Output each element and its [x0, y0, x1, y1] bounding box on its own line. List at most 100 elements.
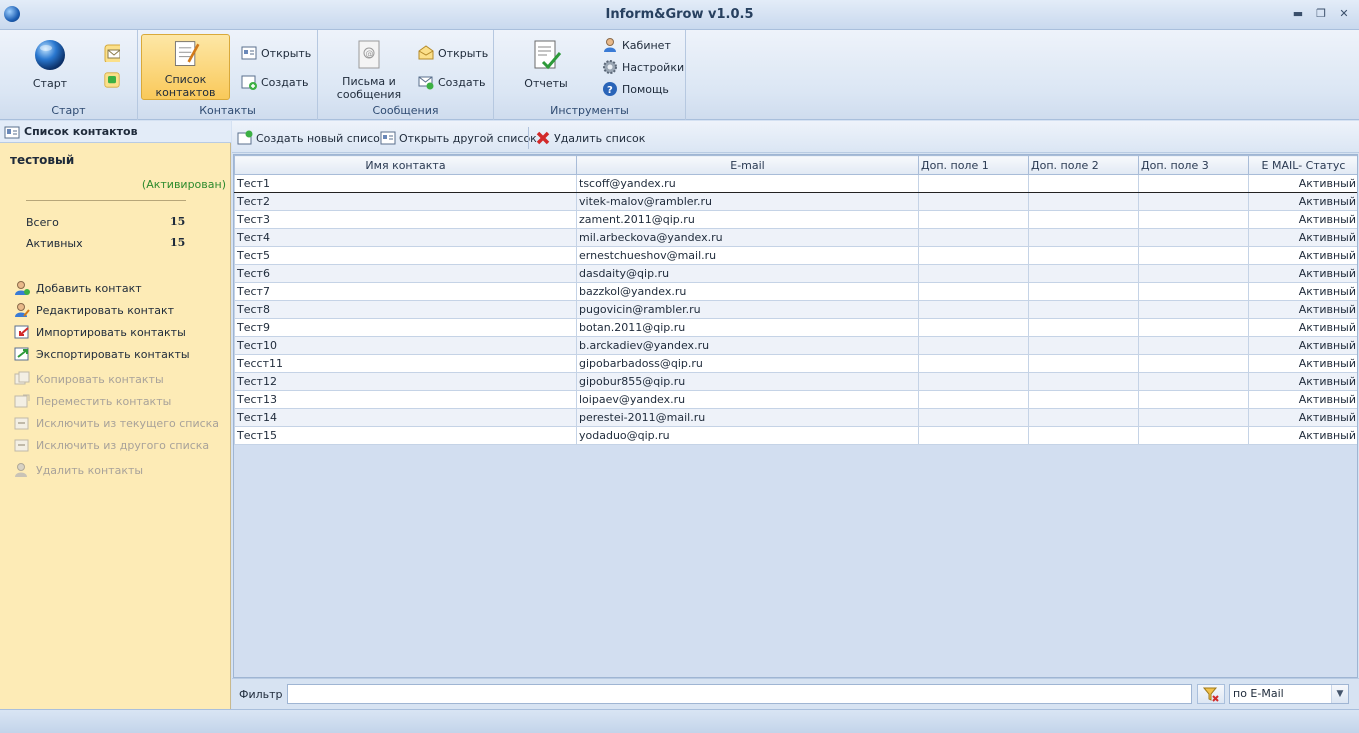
- cell-name[interactable]: Тест5: [234, 246, 577, 265]
- cell-status[interactable]: Активный: [1248, 372, 1357, 391]
- cell-status[interactable]: Активный: [1248, 390, 1357, 409]
- export-contacts-action[interactable]: Экспортировать контакты: [14, 345, 190, 363]
- cell-field1[interactable]: [918, 390, 1029, 409]
- create-new-list-button[interactable]: Создать новый список: [237, 129, 387, 147]
- cell-name[interactable]: Тест12: [234, 372, 577, 391]
- cell-name[interactable]: Тест2: [234, 192, 577, 211]
- exclude-other-action[interactable]: Исключить из другого списка: [14, 436, 209, 454]
- cell-field2[interactable]: [1028, 390, 1139, 409]
- cell-field3[interactable]: [1138, 318, 1249, 337]
- cell-email[interactable]: tscoff@yandex.ru: [576, 174, 919, 193]
- messages-open-button[interactable]: Открыть: [418, 43, 488, 63]
- table-row[interactable]: Тест1 tscoff@yandex.ru Активный: [234, 174, 1357, 193]
- cell-field2[interactable]: [1028, 264, 1139, 283]
- cell-email[interactable]: loipaev@yandex.ru: [576, 390, 919, 409]
- cell-field2[interactable]: [1028, 210, 1139, 229]
- cell-name[interactable]: Тест3: [234, 210, 577, 229]
- cell-field3[interactable]: [1138, 354, 1249, 373]
- cell-status[interactable]: Активный: [1248, 192, 1357, 211]
- messages-create-button[interactable]: Создать: [418, 72, 486, 92]
- cell-field1[interactable]: [918, 408, 1029, 427]
- edit-contact-action[interactable]: Редактировать контакт: [14, 301, 174, 319]
- move-contacts-action[interactable]: Переместить контакты: [14, 392, 171, 410]
- cell-status[interactable]: Активный: [1248, 174, 1357, 193]
- column-header-name[interactable]: Имя контакта: [234, 155, 577, 175]
- cell-field3[interactable]: [1138, 228, 1249, 247]
- mail-icon-button[interactable]: [104, 42, 120, 62]
- cell-email[interactable]: perestei-2011@mail.ru: [576, 408, 919, 427]
- cell-field3[interactable]: [1138, 390, 1249, 409]
- cell-name[interactable]: Тест8: [234, 300, 577, 319]
- cell-status[interactable]: Активный: [1248, 210, 1357, 229]
- cell-status[interactable]: Активный: [1248, 408, 1357, 427]
- table-row[interactable]: Тест7 bazzkol@yandex.ru Активный: [234, 282, 1357, 301]
- cell-email[interactable]: botan.2011@qip.ru: [576, 318, 919, 337]
- cell-email[interactable]: yodaduo@qip.ru: [576, 426, 919, 445]
- cell-status[interactable]: Активный: [1248, 354, 1357, 373]
- cell-field2[interactable]: [1028, 228, 1139, 247]
- cell-field1[interactable]: [918, 282, 1029, 301]
- chevron-down-icon[interactable]: ▼: [1331, 685, 1348, 703]
- cell-name[interactable]: Тест7: [234, 282, 577, 301]
- cell-field1[interactable]: [918, 246, 1029, 265]
- cell-status[interactable]: Активный: [1248, 300, 1357, 319]
- cell-email[interactable]: dasdaity@qip.ru: [576, 264, 919, 283]
- cell-field1[interactable]: [918, 354, 1029, 373]
- open-other-list-button[interactable]: Открыть другой список: [380, 129, 537, 147]
- cell-field2[interactable]: [1028, 372, 1139, 391]
- cell-field3[interactable]: [1138, 264, 1249, 283]
- cell-email[interactable]: gipobur855@qip.ru: [576, 372, 919, 391]
- table-row[interactable]: Тест12 gipobur855@qip.ru Активный: [234, 372, 1357, 391]
- chat-icon-button[interactable]: [104, 70, 120, 90]
- cell-status[interactable]: Активный: [1248, 228, 1357, 247]
- cell-status[interactable]: Активный: [1248, 426, 1357, 445]
- table-row[interactable]: Тест5 ernestchueshov@mail.ru Активный: [234, 246, 1357, 265]
- cell-status[interactable]: Активный: [1248, 282, 1357, 301]
- cell-name[interactable]: Тест14: [234, 408, 577, 427]
- table-row[interactable]: Тест4 mil.arbeckova@yandex.ru Активный: [234, 228, 1357, 247]
- clear-filter-button[interactable]: [1197, 684, 1225, 704]
- close-button[interactable]: ✕: [1336, 7, 1352, 21]
- cell-name[interactable]: Тесст11: [234, 354, 577, 373]
- cell-field2[interactable]: [1028, 192, 1139, 211]
- delete-contacts-action[interactable]: Удалить контакты: [14, 461, 143, 479]
- settings-button[interactable]: Настройки: [602, 57, 684, 77]
- cell-field2[interactable]: [1028, 336, 1139, 355]
- table-row[interactable]: Тесст11 gipobarbadoss@qip.ru Активный: [234, 354, 1357, 373]
- help-button[interactable]: ? Помощь: [602, 79, 669, 99]
- cell-field2[interactable]: [1028, 354, 1139, 373]
- cell-email[interactable]: pugovicin@rambler.ru: [576, 300, 919, 319]
- cabinet-button[interactable]: Кабинет: [602, 35, 671, 55]
- cell-field3[interactable]: [1138, 336, 1249, 355]
- cell-email[interactable]: vitek-malov@rambler.ru: [576, 192, 919, 211]
- copy-contacts-action[interactable]: Копировать контакты: [14, 370, 164, 388]
- table-row[interactable]: Тест10 b.arckadiev@yandex.ru Активный: [234, 336, 1357, 355]
- cell-email[interactable]: bazzkol@yandex.ru: [576, 282, 919, 301]
- cell-field2[interactable]: [1028, 408, 1139, 427]
- cell-name[interactable]: Тест9: [234, 318, 577, 337]
- cell-field2[interactable]: [1028, 426, 1139, 445]
- cell-field3[interactable]: [1138, 408, 1249, 427]
- cell-status[interactable]: Активный: [1248, 264, 1357, 283]
- table-row[interactable]: Тест14 perestei-2011@mail.ru Активный: [234, 408, 1357, 427]
- cell-field1[interactable]: [918, 426, 1029, 445]
- cell-field3[interactable]: [1138, 174, 1249, 193]
- cell-field3[interactable]: [1138, 426, 1249, 445]
- cell-email[interactable]: ernestchueshov@mail.ru: [576, 246, 919, 265]
- filter-mode-select[interactable]: по E-Mail ▼: [1229, 684, 1349, 704]
- cell-name[interactable]: Тест6: [234, 264, 577, 283]
- table-row[interactable]: Тест2 vitek-malov@rambler.ru Активный: [234, 192, 1357, 211]
- reports-button[interactable]: Отчеты: [516, 38, 576, 90]
- cell-name[interactable]: Тест10: [234, 336, 577, 355]
- cell-field1[interactable]: [918, 318, 1029, 337]
- table-row[interactable]: Тест15 yodaduo@qip.ru Активный: [234, 426, 1357, 445]
- cell-field1[interactable]: [918, 228, 1029, 247]
- cell-email[interactable]: gipobarbadoss@qip.ru: [576, 354, 919, 373]
- table-row[interactable]: Тест8 pugovicin@rambler.ru Активный: [234, 300, 1357, 319]
- restore-button[interactable]: ❐: [1313, 7, 1329, 21]
- cell-name[interactable]: Тест1: [234, 174, 577, 193]
- table-row[interactable]: Тест3 zament.2011@qip.ru Активный: [234, 210, 1357, 229]
- cell-status[interactable]: Активный: [1248, 336, 1357, 355]
- cell-field3[interactable]: [1138, 372, 1249, 391]
- cell-field1[interactable]: [918, 192, 1029, 211]
